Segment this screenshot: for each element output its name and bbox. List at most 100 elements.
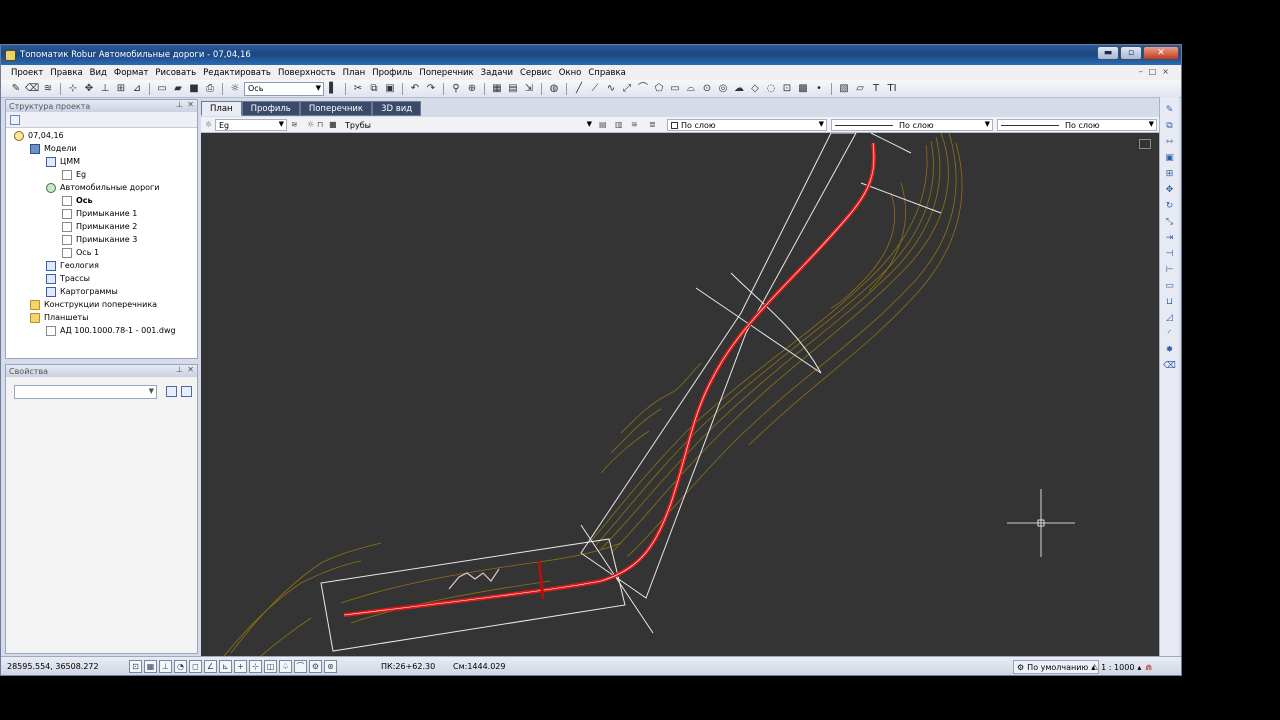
crosshair-toggle-icon[interactable]: + [234,660,247,673]
filter-toggle-icon[interactable]: ⚙ [309,660,322,673]
zoom-icon[interactable]: ⊕ [465,82,479,96]
ortho-toggle-icon[interactable]: ⊥ [159,660,172,673]
tree-item-axis[interactable]: Ось [62,194,93,207]
axis-icon[interactable]: ⊥ [98,82,112,96]
tree-item-axis-1[interactable]: Ось 1 [62,246,99,259]
lock-icon[interactable]: ⊓ [317,120,327,130]
polygon-icon[interactable]: ⬠ [652,82,666,96]
polyline-icon[interactable]: ⟋ [588,82,602,96]
tree-item-roads[interactable]: Автомобильные дороги [46,181,159,194]
menu-modify[interactable]: Редактировать [201,68,276,78]
menu-service[interactable]: Сервис [518,68,557,78]
layer-match-icon[interactable]: ▥ [615,120,625,130]
tree-item-junction-2[interactable]: Примыкание 2 [62,220,137,233]
move-icon[interactable]: ✥ [82,82,96,96]
close-panel-icon[interactable]: ✕ [187,100,194,109]
snap-toggle-icon[interactable]: ⊡ [129,660,142,673]
tree-item-routes[interactable]: Трассы [46,272,90,285]
layers-icon[interactable]: ≋ [41,82,55,96]
cut-icon[interactable]: ✂ [351,82,365,96]
menu-cross-section[interactable]: Поперечник [417,68,478,78]
menu-edit[interactable]: Правка [48,68,87,78]
color-select[interactable]: По слою ▼ [667,119,827,131]
osnap-toggle-icon[interactable]: ◻ [189,660,202,673]
circle-icon[interactable]: ⊙ [700,82,714,96]
grid-toggle-icon[interactable]: ▦ [144,660,157,673]
paste-icon[interactable]: ▣ [383,82,397,96]
tree-item-dtm[interactable]: ЦММ [46,155,80,168]
explode-icon[interactable]: ✸ [1163,343,1176,356]
snap-icon[interactable]: ⊹ [66,82,80,96]
layer-states-icon[interactable]: ≋ [291,120,301,130]
linetype-select[interactable]: По слою ▼ [831,119,993,131]
tab-profile[interactable]: Профиль [241,101,300,116]
save-icon[interactable]: ■ [187,82,201,96]
redo-icon[interactable]: ↷ [424,82,438,96]
filter-icon[interactable] [181,386,192,397]
tree-item-models[interactable]: Модели [30,142,77,155]
drawing-canvas[interactable] [201,133,1159,675]
selection-toggle-icon[interactable]: ⊛ [324,660,337,673]
tab-plan[interactable]: План [201,101,242,116]
array-icon[interactable]: ⊞ [1163,167,1176,180]
properties-icon[interactable]: ▌ [326,82,340,96]
new-file-icon[interactable]: ▭ [155,82,169,96]
menu-view[interactable]: Вид [88,68,112,78]
image-icon[interactable]: ▩ [796,82,810,96]
menu-plan[interactable]: План [341,68,371,78]
tab-3d-view[interactable]: 3D вид [372,101,422,116]
region-icon[interactable]: ▱ [853,82,867,96]
export-icon[interactable]: ⇲ [522,82,536,96]
text-icon[interactable]: T [869,82,883,96]
menu-window[interactable]: Окно [557,68,587,78]
join-icon[interactable]: ⊔ [1163,295,1176,308]
circle-double-icon[interactable]: ◎ [716,82,730,96]
surface-select[interactable]: Eg ▼ [215,119,287,131]
minimize-button[interactable]: ▬ [1097,46,1119,60]
scale-icon[interactable]: ⤡ [1163,215,1176,228]
lightbulb-icon[interactable]: ☼ [228,82,242,96]
mirror-icon[interactable]: ⇿ [1163,135,1176,148]
road-axis[interactable] [343,142,876,617]
revision-icon[interactable]: ◌ [764,82,778,96]
layer-previous-icon[interactable]: ≋ [631,120,641,130]
spline-icon[interactable]: ∿ [604,82,618,96]
pipe-line[interactable] [537,560,545,600]
undo-icon[interactable]: ↶ [408,82,422,96]
fillet-icon[interactable]: ◜ [1163,327,1176,340]
dyn-input-toggle-icon[interactable]: ⊹ [249,660,262,673]
tree-item-cross-section-constructions[interactable]: Конструкции поперечника [30,298,157,311]
menu-profile[interactable]: Профиль [370,68,417,78]
tab-cross-section[interactable]: Поперечник [299,101,373,116]
chamfer-icon[interactable]: ◿ [1163,311,1176,324]
arc-icon[interactable]: ⌒ [636,82,650,96]
style-select[interactable]: ⚙ По умолчанию ▴ [1013,660,1100,674]
layer-on-icon[interactable]: ☼ [307,120,317,130]
menu-surface[interactable]: Поверхность [276,68,341,78]
curve-toggle-icon[interactable]: ⌒ [294,660,307,673]
angle-toggle-icon[interactable]: ∠ [204,660,217,673]
object-select[interactable]: Ось ▼ [244,81,324,96]
menu-help[interactable]: Справка [586,68,630,78]
menu-draw[interactable]: Рисовать [153,68,201,78]
rotate-icon[interactable]: ↻ [1163,199,1176,212]
tree-item-cartograms[interactable]: Картограммы [46,285,118,298]
lineweight-select[interactable]: По слою ▼ [997,119,1157,131]
refresh-icon[interactable] [10,115,20,125]
tree-item-dwg-file[interactable]: АД 100.1000.78-1 - 001.dwg [46,324,176,337]
insert-block-icon[interactable]: ⊡ [780,82,794,96]
menu-tasks[interactable]: Задачи [479,68,518,78]
mtext-icon[interactable]: TI [885,82,899,96]
pencil-icon[interactable]: ✎ [1163,103,1176,116]
layer-select[interactable]: Трубы ▼ [341,119,595,131]
copy-object-icon[interactable]: ⧉ [1163,119,1176,132]
zoom-window-icon[interactable]: ⚲ [449,82,463,96]
tree-item-junction-1[interactable]: Примыкание 1 [62,207,137,220]
cloud-icon[interactable]: ☁ [732,82,746,96]
print-icon[interactable]: ⎙ [203,82,217,96]
move-icon[interactable]: ✥ [1163,183,1176,196]
maximize-button[interactable]: ▫ [1120,46,1142,60]
lineweight-toggle-icon[interactable]: ◫ [264,660,277,673]
rectangle-icon[interactable]: ▭ [668,82,682,96]
copy-icon[interactable]: ⧉ [367,82,381,96]
